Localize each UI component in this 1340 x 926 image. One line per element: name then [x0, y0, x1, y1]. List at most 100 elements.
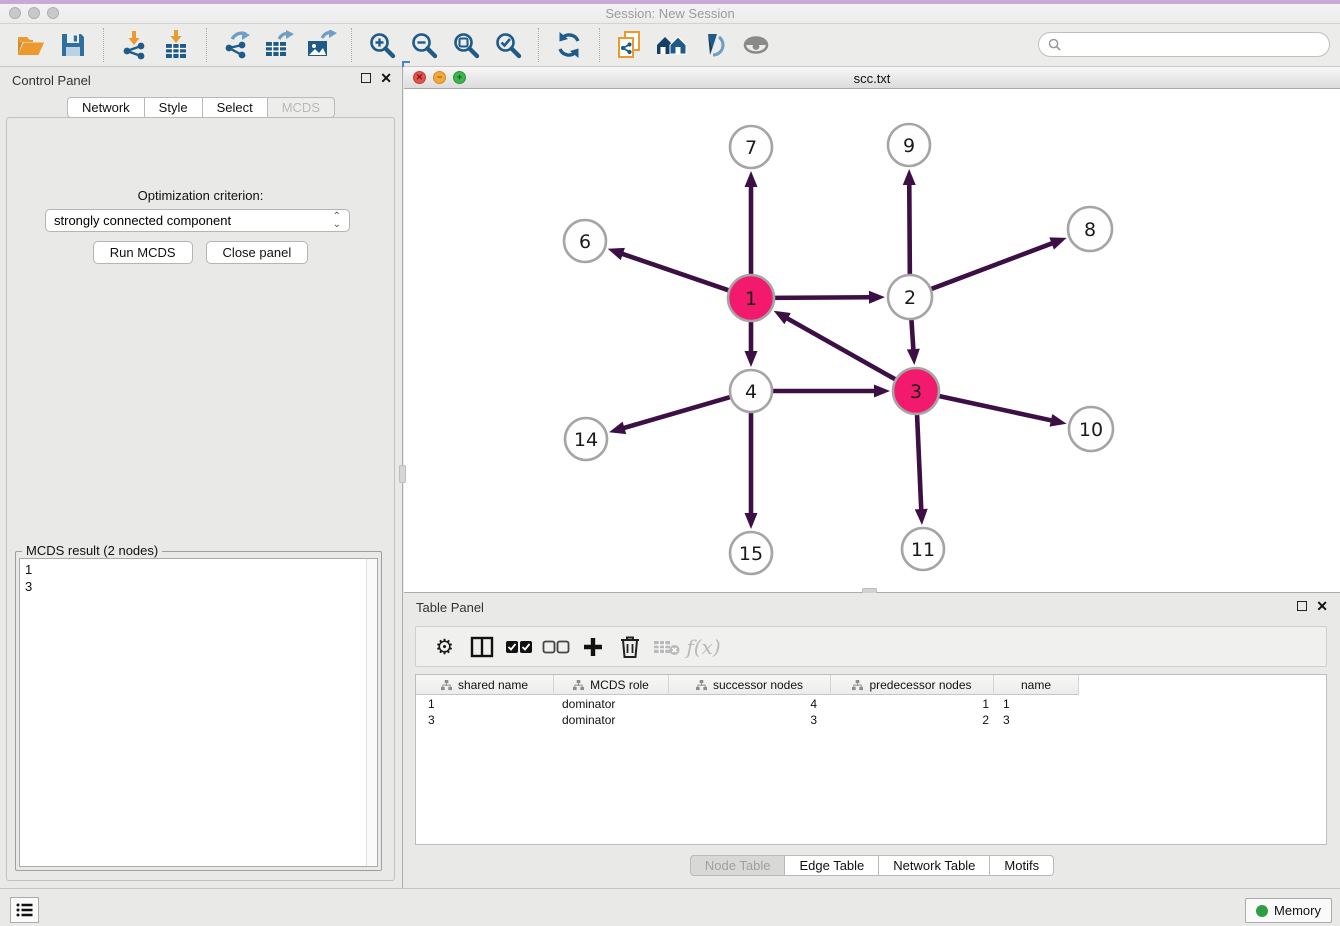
- export-table-icon[interactable]: [261, 27, 297, 63]
- graph-node-10[interactable]: 10: [1069, 407, 1113, 451]
- table-settings-icon[interactable]: ⚙: [426, 632, 463, 662]
- edge-arrowhead: [874, 385, 890, 398]
- column-header-name[interactable]: name: [994, 675, 1079, 695]
- cell-name[interactable]: 1: [994, 696, 1079, 712]
- export-network-icon[interactable]: [219, 27, 255, 63]
- task-history-button[interactable]: [10, 897, 39, 923]
- import-table-icon[interactable]: [158, 27, 194, 63]
- dropdown-stepper-icon: ⌃⌄: [333, 213, 341, 229]
- optimization-criterion-select[interactable]: strongly connected component ⌃⌄: [45, 209, 350, 232]
- node-label: 9: [903, 135, 915, 157]
- export-image-icon[interactable]: [303, 27, 339, 63]
- delete-table-icon[interactable]: [648, 632, 685, 662]
- tab-motifs[interactable]: Motifs: [990, 855, 1054, 876]
- network-window-title: scc.txt: [404, 71, 1340, 86]
- close-panel-icon[interactable]: ✕: [380, 73, 392, 83]
- tab-node-table[interactable]: Node Table: [690, 855, 786, 876]
- column-label: name: [1021, 678, 1051, 692]
- zoom-selected-icon[interactable]: [490, 27, 526, 63]
- cell-predecessor-nodes[interactable]: 1: [831, 696, 994, 712]
- deselect-all-icon[interactable]: [537, 632, 574, 662]
- memory-button[interactable]: Memory: [1245, 898, 1332, 923]
- select-all-icon[interactable]: [500, 632, 537, 662]
- cell-predecessor-nodes[interactable]: 2: [831, 712, 994, 728]
- column-type-icon: [573, 680, 584, 691]
- tab-edge-table[interactable]: Edge Table: [785, 855, 879, 876]
- import-network-icon[interactable]: [116, 27, 152, 63]
- cell-successor-nodes[interactable]: 3: [669, 712, 831, 728]
- control-panel-tabbar: NetworkStyleSelectMCDS: [0, 97, 402, 118]
- refresh-icon[interactable]: [551, 27, 587, 63]
- column-header-predecessor-nodes[interactable]: predecessor nodes: [831, 675, 994, 695]
- graph-node-11[interactable]: 11: [902, 528, 944, 570]
- graph-node-8[interactable]: 8: [1068, 207, 1112, 251]
- column-header-successor-nodes[interactable]: successor nodes: [669, 675, 831, 695]
- tab-select[interactable]: Select: [203, 97, 268, 118]
- cell-successor-nodes[interactable]: 4: [669, 696, 831, 712]
- edge-4-14[interactable]: [622, 396, 733, 428]
- zoom-in-icon[interactable]: [364, 27, 400, 63]
- edge-3-1[interactable]: [785, 317, 898, 381]
- close-panel-button[interactable]: Close panel: [206, 241, 309, 264]
- tab-network[interactable]: Network: [67, 97, 145, 118]
- float-table-panel-icon[interactable]: [1297, 601, 1307, 611]
- delete-row-icon[interactable]: [611, 632, 648, 662]
- graph-node-9[interactable]: 9: [888, 124, 930, 166]
- graph-node-7[interactable]: 7: [730, 126, 772, 168]
- toolbar-search[interactable]: [1038, 32, 1330, 57]
- edge-2-9[interactable]: [909, 182, 910, 277]
- add-row-icon[interactable]: [574, 632, 611, 662]
- save-session-icon[interactable]: [55, 27, 91, 63]
- cell-shared-name[interactable]: 3: [416, 712, 554, 728]
- tab-mcds[interactable]: MCDS: [268, 97, 335, 118]
- zoom-out-icon[interactable]: [406, 27, 442, 63]
- edge-3-10[interactable]: [937, 395, 1054, 420]
- function-builder-icon[interactable]: f(x): [685, 632, 722, 662]
- cell-shared-name[interactable]: 1: [416, 696, 554, 712]
- table-row[interactable]: 3dominator323: [416, 712, 1326, 728]
- tab-style[interactable]: Style: [145, 97, 203, 118]
- cell-MCDS-role[interactable]: dominator: [554, 712, 669, 728]
- result-scrollbar[interactable]: [366, 559, 377, 866]
- graph-node-14[interactable]: 14: [565, 418, 607, 460]
- show-hide-icon[interactable]: [738, 27, 774, 63]
- tab-network-table[interactable]: Network Table: [879, 855, 990, 876]
- graph-node-2[interactable]: 2: [888, 275, 932, 319]
- network-canvas[interactable]: 7 9 6 8 1 2 4 3 14 10 15 11: [404, 89, 1340, 592]
- graph-node-6[interactable]: 6: [564, 220, 606, 262]
- mcds-result-title: MCDS result (2 nodes): [22, 543, 162, 558]
- table-row[interactable]: 1dominator411: [416, 696, 1326, 712]
- column-header-shared-name[interactable]: shared name: [416, 675, 554, 695]
- mcds-result-text[interactable]: 1 3: [19, 558, 378, 867]
- cell-MCDS-role[interactable]: dominator: [554, 696, 669, 712]
- show-columns-icon[interactable]: [463, 632, 500, 662]
- edge-2-3[interactable]: [911, 317, 913, 352]
- cell-name[interactable]: 3: [994, 712, 1079, 728]
- style-pen-icon[interactable]: [696, 27, 732, 63]
- memory-label: Memory: [1274, 903, 1321, 918]
- node-label: 11: [911, 539, 935, 561]
- graph-node-4[interactable]: 4: [730, 370, 772, 412]
- network-view-window: ✕ − + scc.txt 7968124314101511: [404, 67, 1340, 593]
- run-mcds-button[interactable]: Run MCDS: [93, 241, 193, 264]
- float-panel-icon[interactable]: [361, 73, 371, 83]
- edge-1-6[interactable]: [620, 253, 731, 291]
- home-icon[interactable]: [654, 27, 690, 63]
- graph-node-1[interactable]: 1: [728, 275, 774, 321]
- graph-node-3[interactable]: 3: [893, 368, 939, 414]
- vertical-splitter-handle[interactable]: [399, 465, 406, 483]
- zoom-fit-icon[interactable]: [448, 27, 484, 63]
- edge-3-11[interactable]: [917, 412, 921, 512]
- edge-1-2[interactable]: [772, 297, 872, 298]
- open-session-icon[interactable]: [13, 27, 49, 63]
- column-header-MCDS-role[interactable]: MCDS role: [554, 675, 669, 695]
- close-table-panel-icon[interactable]: ✕: [1316, 601, 1328, 611]
- edge-2-8[interactable]: [929, 242, 1055, 290]
- graph-node-15[interactable]: 15: [730, 532, 772, 574]
- search-input[interactable]: [1066, 37, 1320, 52]
- edge-arrowhead: [907, 349, 920, 365]
- node-label: 4: [745, 381, 757, 403]
- clone-network-icon[interactable]: [612, 27, 648, 63]
- control-panel-title: Control Panel: [12, 73, 91, 88]
- mcds-result-group: MCDS result (2 nodes) 1 3: [15, 551, 382, 871]
